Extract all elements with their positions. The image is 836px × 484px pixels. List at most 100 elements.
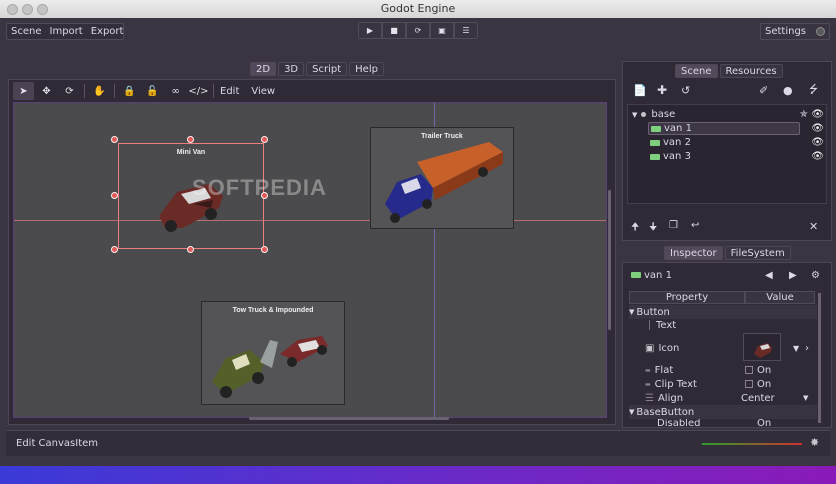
image-icon: ▣: [645, 342, 655, 354]
sprite-trailer-truck[interactable]: Trailer Truck: [370, 127, 514, 229]
script-icon[interactable]: ✯: [800, 109, 808, 120]
property-row-clip-text[interactable]: ▬ Clip Text On: [629, 377, 817, 391]
tab-inspector[interactable]: Inspector: [664, 246, 723, 260]
move-up-icon[interactable]: 🠉: [631, 220, 639, 237]
delete-node-icon[interactable]: ✕: [809, 220, 818, 233]
tree-item-label: van 1: [664, 123, 692, 134]
tab-help[interactable]: Help: [349, 62, 384, 76]
dropdown-arrow-icon[interactable]: ▼: [793, 344, 799, 353]
section-label: BaseButton: [636, 406, 695, 418]
menu-export[interactable]: Export: [91, 26, 124, 37]
inspector-object-name: van 1: [644, 269, 672, 281]
object-settings-gear-icon[interactable]: ⚙: [811, 270, 820, 281]
new-node-icon[interactable]: 📄: [633, 84, 647, 97]
visibility-eye-icon[interactable]: 👁: [811, 151, 824, 162]
property-label: Text: [656, 319, 677, 331]
tree-item-root[interactable]: ▼ base ✯ 👁: [632, 108, 826, 121]
section-basebutton[interactable]: ▼ BaseButton: [629, 405, 817, 419]
sprite-tow-truck[interactable]: Tow Truck & Impounded: [201, 301, 345, 405]
mini-van-thumbnail: [754, 343, 772, 358]
move-mode-icon[interactable]: ✥: [36, 82, 57, 100]
column-header-value: Value: [745, 291, 815, 304]
flat-checkbox[interactable]: [745, 366, 753, 374]
property-row-flat[interactable]: ▬ Flat On: [629, 363, 817, 377]
horizontal-scrollbar[interactable]: [249, 417, 449, 420]
resize-handle[interactable]: [111, 246, 118, 253]
visibility-eye-icon[interactable]: 👁: [811, 109, 824, 120]
resize-handle[interactable]: [187, 136, 194, 143]
resize-handle[interactable]: [261, 136, 268, 143]
play-button[interactable]: ▶: [358, 22, 382, 39]
menu-scene[interactable]: Scene: [11, 26, 42, 37]
playback-controls: ▶ ■ ⟳ ▣ ☰: [358, 22, 478, 39]
checkbox-label: On: [757, 364, 772, 376]
resize-handle[interactable]: [261, 246, 268, 253]
menu-import[interactable]: Import: [50, 26, 83, 37]
play-custom-scene-button[interactable]: ▣: [430, 22, 454, 39]
add-node-icon[interactable]: ✚: [657, 83, 667, 97]
clip-text-checkbox[interactable]: [745, 380, 753, 388]
minimize-window-button[interactable]: [22, 4, 33, 15]
window-titlebar: Godot Engine: [0, 0, 836, 18]
expand-arrow-icon[interactable]: ›: [805, 343, 809, 354]
canvas-2d[interactable]: Mini Van Trailer Truck Tow Truck & Impou…: [13, 102, 607, 418]
enum-icon: ☰: [645, 392, 654, 404]
vertical-scrollbar[interactable]: [608, 190, 611, 330]
align-select-value[interactable]: Center: [741, 393, 775, 404]
resize-handle[interactable]: [111, 136, 118, 143]
comment-icon[interactable]: ●: [783, 84, 793, 97]
dropdown-arrow-icon[interactable]: ▼: [803, 394, 808, 402]
visibility-eye-icon[interactable]: 👁: [811, 123, 824, 134]
property-row-disabled[interactable]: Disabled On: [629, 419, 817, 427]
x-axis-line: [14, 220, 606, 221]
resize-handle[interactable]: [187, 246, 194, 253]
tab-filesystem[interactable]: FileSystem: [724, 246, 791, 260]
scene-dock: Scene Resources 📄 ✚ ↺ ✐ ● ⭍ ▼ base ✯ 👁 v…: [622, 61, 832, 241]
history-forward-icon[interactable]: ▶: [789, 270, 797, 281]
tree-item-van-2[interactable]: van 2: [648, 136, 818, 149]
lock-icon[interactable]: 🔒: [119, 82, 140, 100]
history-back-icon[interactable]: ◀: [765, 270, 773, 281]
debug-options-button[interactable]: ☰: [454, 22, 478, 39]
viewport-toolbar: ➤ ✥ ⟳ ✋ 🔒 🔓 ∞ </> Edit View: [13, 82, 275, 100]
tree-item-van-3[interactable]: van 3: [648, 150, 818, 163]
stop-button[interactable]: ■: [382, 22, 406, 39]
update-gear-icon[interactable]: ✸: [810, 436, 819, 449]
tree-item-van-1[interactable]: van 1: [648, 122, 800, 135]
viewport-menu-view[interactable]: View: [251, 86, 275, 97]
rotate-mode-icon[interactable]: ⟳: [59, 82, 80, 100]
group-link-icon[interactable]: ∞: [165, 82, 186, 100]
icon-texture-preview[interactable]: [743, 333, 781, 361]
collapse-arrow-icon[interactable]: ▼: [632, 111, 637, 119]
signal-icon[interactable]: ⭍: [809, 81, 818, 100]
button-node-icon: [651, 125, 661, 132]
visibility-eye-icon[interactable]: 👁: [811, 137, 824, 148]
inspector-scrollbar[interactable]: [818, 293, 821, 423]
tree-item-label: van 2: [663, 137, 691, 148]
property-row-align[interactable]: ☰ Align Center ▼: [629, 391, 817, 405]
viewport-menu-edit[interactable]: Edit: [220, 86, 239, 97]
tab-resources[interactable]: Resources: [719, 64, 783, 78]
instance-scene-icon[interactable]: ↺: [681, 84, 690, 97]
unlock-icon[interactable]: 🔓: [142, 82, 163, 100]
edit-script-icon[interactable]: ✐: [759, 84, 768, 97]
zoom-window-button[interactable]: [37, 4, 48, 15]
tab-2d[interactable]: 2D: [250, 62, 277, 76]
tab-3d[interactable]: 3D: [278, 62, 305, 76]
tab-scene[interactable]: Scene: [675, 64, 718, 78]
select-mode-icon[interactable]: ➤: [13, 82, 34, 100]
button-node-icon: [650, 153, 660, 160]
section-button[interactable]: ▼ Button: [629, 305, 817, 319]
pan-hand-icon[interactable]: ✋: [89, 82, 110, 100]
reparent-icon[interactable]: ↩: [691, 220, 699, 231]
ungroup-code-icon[interactable]: </>: [188, 82, 209, 100]
property-row-icon[interactable]: ▣ Icon ▼ ›: [629, 333, 817, 363]
settings-button[interactable]: Settings: [760, 23, 830, 40]
move-down-icon[interactable]: 🠋: [649, 220, 657, 237]
duplicate-icon[interactable]: ❐: [669, 220, 678, 231]
tab-script[interactable]: Script: [306, 62, 348, 76]
play-scene-button[interactable]: ⟳: [406, 22, 430, 39]
close-window-button[interactable]: [7, 4, 18, 15]
property-row-text[interactable]: ∣ Text: [629, 318, 817, 332]
resize-handle[interactable]: [111, 192, 118, 199]
